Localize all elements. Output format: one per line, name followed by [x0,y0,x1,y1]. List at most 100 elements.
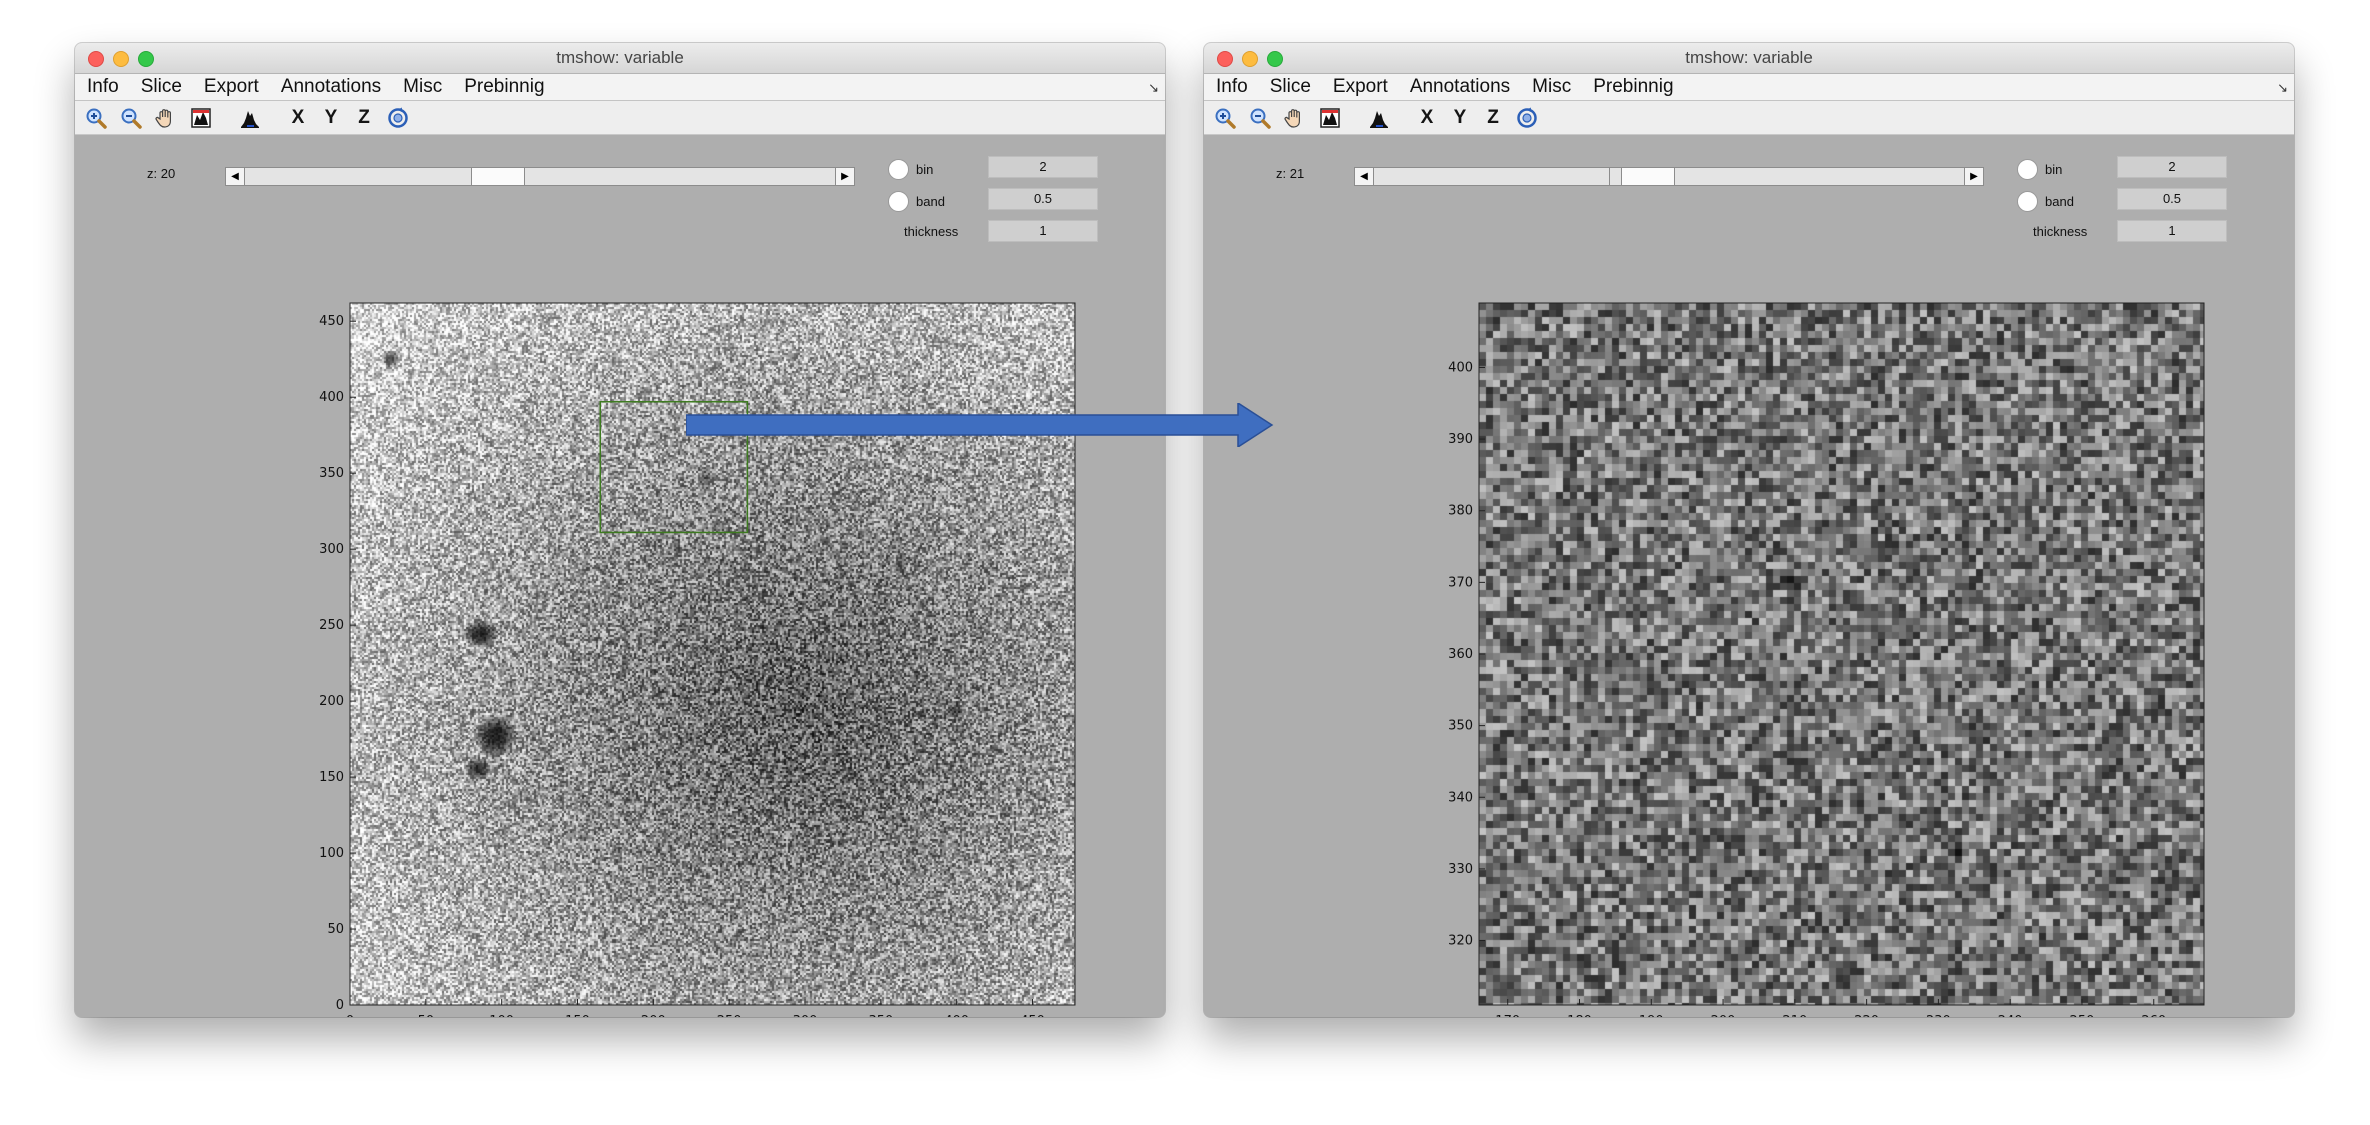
bin-radio[interactable] [2017,159,2038,180]
title-bar[interactable]: tmshow: variable [1204,43,2294,74]
menu-overflow-icon[interactable]: ↘ [2277,80,2288,96]
menu-slice[interactable]: Slice [1259,76,1322,98]
slider-left-arrow-icon[interactable]: ◀ [226,168,245,185]
menu-info[interactable]: Info [1204,76,1259,98]
y-tick-label: 360 [1448,647,1473,662]
x-tick-label: 250 [2070,1014,2095,1017]
band-label: band [916,194,945,209]
menu-misc[interactable]: Misc [392,76,453,98]
thickness-field[interactable]: 1 [2117,220,2227,242]
menu-annotations[interactable]: Annotations [270,76,392,98]
menu-info[interactable]: Info [75,76,130,98]
histogram-icon[interactable] [235,103,265,133]
y-tick-label: 350 [319,466,344,481]
menu-bar: Info Slice Export Annotations Misc Prebi… [1204,74,2294,101]
zoom-region-arrow-icon [686,403,1274,447]
x-tick-label: 210 [1782,1014,1807,1017]
toolbar: X Y Z [75,101,1165,135]
contrast-icon[interactable] [1315,103,1345,133]
x-tick-label: 200 [641,1014,666,1017]
axis-x-icon[interactable]: X [1413,103,1441,133]
menu-bar: Info Slice Export Annotations Misc Prebi… [75,74,1165,101]
image-plot[interactable]: 0 50 100 150 200 250 300 350 400 450 0 50 100 150 200 2… [270,258,1076,1017]
bin-label: bin [916,162,934,177]
y-tick-label: 50 [327,922,344,937]
bin-field[interactable]: 2 [2117,156,2227,178]
x-tick-label: 400 [944,1014,969,1017]
menu-annotations[interactable]: Annotations [1399,76,1521,98]
band-label: band [2045,194,2074,209]
histogram-icon[interactable] [1364,103,1394,133]
menu-misc[interactable]: Misc [1521,76,1582,98]
zoom-out-icon[interactable] [116,103,146,133]
x-tick-label: 180 [1567,1014,1592,1017]
x-tick-label: 300 [793,1014,818,1017]
title-bar[interactable]: tmshow: variable [75,43,1165,74]
menu-export[interactable]: Export [193,76,270,98]
y-tick-label: 150 [319,770,344,785]
x-tick-label: 260 [2141,1014,2166,1017]
axis-y-icon[interactable]: Y [317,103,345,133]
viewer-window-right: tmshow: variable Info Slice Export Annot… [1204,43,2294,1017]
menu-export[interactable]: Export [1322,76,1399,98]
zoom-out-icon[interactable] [1245,103,1275,133]
y-tick-label: 200 [319,694,344,709]
band-radio[interactable] [888,191,909,212]
x-tick-label: 50 [418,1014,435,1017]
x-tick-label: 350 [868,1014,893,1017]
bin-field[interactable]: 2 [988,156,1098,178]
x-tick-label: 250 [717,1014,742,1017]
toolbar: X Y Z [1204,101,2294,135]
window-title: tmshow: variable [556,48,684,67]
pan-hand-icon[interactable] [151,103,181,133]
slider-thumb[interactable] [471,168,525,185]
zoom-in-icon[interactable] [81,103,111,133]
band-field[interactable]: 0.5 [2117,188,2227,210]
image-plot[interactable]: 170 180 190 200 210 220 230 240 250 260 320 330 340 3… [1399,258,2205,1017]
thickness-label: thickness [2033,224,2088,239]
y-tick-label: 300 [319,542,344,557]
slider-thumb[interactable] [1621,168,1675,185]
y-tick-label: 100 [319,846,344,861]
zoom-in-icon[interactable] [1210,103,1240,133]
pan-hand-icon[interactable] [1280,103,1310,133]
axis-z-icon[interactable]: Z [1479,103,1507,133]
y-tick-label: 400 [1448,360,1473,375]
menu-prebinnig[interactable]: Prebinnig [1582,76,1684,98]
bin-label: bin [2045,162,2063,177]
contrast-icon[interactable] [186,103,216,133]
y-tick-label: 380 [1448,504,1473,519]
y-tick-label: 0 [336,998,344,1013]
band-radio[interactable] [2017,191,2038,212]
slider-left-arrow-icon[interactable]: ◀ [1355,168,1374,185]
axis-y-icon[interactable]: Y [1446,103,1474,133]
x-tick-label: 170 [1495,1014,1520,1017]
y-tick-label: 370 [1448,575,1473,590]
rotate-3d-icon[interactable] [383,103,413,133]
x-tick-label: 230 [1926,1014,1951,1017]
x-tick-label: 450 [1020,1014,1045,1017]
slider-right-arrow-icon[interactable]: ▶ [835,168,854,185]
thickness-label: thickness [904,224,959,239]
axis-x-icon[interactable]: X [284,103,312,133]
band-field[interactable]: 0.5 [988,188,1098,210]
x-tick-label: 0 [346,1014,354,1017]
z-slice-slider[interactable]: ◀ ▶ [225,167,855,186]
y-tick-label: 450 [319,314,344,329]
menu-slice[interactable]: Slice [130,76,193,98]
tomogram-slice-image[interactable] [1479,303,2204,1005]
axis-z-icon[interactable]: Z [350,103,378,133]
x-tick-label: 150 [565,1014,590,1017]
slider-right-arrow-icon[interactable]: ▶ [1964,168,1983,185]
z-slice-slider[interactable]: ◀ ▶ [1354,167,1984,186]
image-axes: 170 180 190 200 210 220 230 240 250 260 320 330 340 3… [1399,258,2205,1017]
y-tick-label: 250 [319,618,344,633]
x-tick-label: 190 [1639,1014,1664,1017]
menu-prebinnig[interactable]: Prebinnig [453,76,555,98]
menu-overflow-icon[interactable]: ↘ [1148,80,1159,96]
x-tick-label: 200 [1711,1014,1736,1017]
bin-radio[interactable] [888,159,909,180]
rotate-3d-icon[interactable] [1512,103,1542,133]
y-tick-label: 400 [319,390,344,405]
thickness-field[interactable]: 1 [988,220,1098,242]
